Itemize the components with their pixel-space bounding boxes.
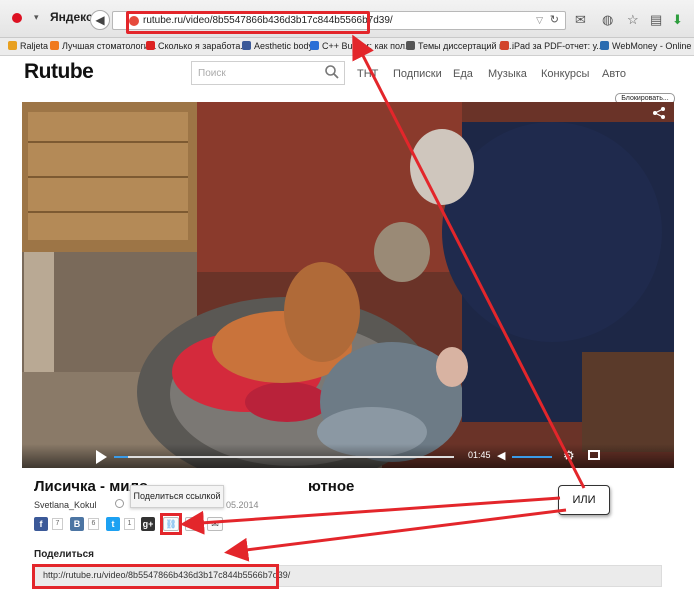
nav-item-food[interactable]: Еда bbox=[453, 68, 473, 80]
bookmark-icon bbox=[146, 41, 155, 50]
bookmark-item[interactable]: Лучшая стоматологи... bbox=[50, 41, 156, 51]
search-icon[interactable] bbox=[324, 64, 340, 80]
share-icon[interactable] bbox=[652, 106, 666, 120]
or-callout: ИЛИ bbox=[558, 485, 610, 515]
publish-date: 05.2014 bbox=[226, 500, 259, 510]
twitter-count: 1 bbox=[124, 518, 135, 530]
bookmark-label: WebMoney - Online P... bbox=[612, 41, 694, 51]
back-button[interactable]: ◀ bbox=[90, 10, 110, 30]
arrow-to-share-field bbox=[224, 508, 567, 562]
twitter-icon[interactable]: t bbox=[106, 517, 120, 531]
bookmark-item[interactable]: Сколько я заработа... bbox=[146, 41, 248, 51]
browser-brand: Яндекс bbox=[50, 10, 93, 24]
volume-icon[interactable]: ◀ bbox=[497, 449, 505, 462]
clipboard-icon[interactable]: ▤ bbox=[650, 12, 662, 28]
yandex-logo-icon[interactable] bbox=[12, 13, 22, 23]
site-header: Rutube ТНТ Подписки Еда Музыка Конкурсы … bbox=[20, 58, 674, 92]
video-frame bbox=[22, 102, 674, 468]
filter-icon[interactable]: ▽ bbox=[536, 15, 543, 26]
bookmark-icon bbox=[50, 41, 59, 50]
fullscreen-icon[interactable] bbox=[588, 450, 600, 460]
bookmark-item[interactable]: Aesthetic body bbox=[242, 41, 313, 51]
star-icon[interactable]: ☆ bbox=[627, 12, 639, 28]
chevron-down-icon[interactable]: ▾ bbox=[34, 12, 39, 23]
site-logo[interactable]: Rutube bbox=[24, 60, 94, 84]
bookmarks-bar: Raljeta Лучшая стоматологи... Сколько я … bbox=[0, 38, 694, 56]
bookmark-label: Сколько я заработа... bbox=[158, 41, 248, 51]
bookmark-label: Aesthetic body bbox=[254, 41, 314, 51]
reload-icon[interactable]: ↻ bbox=[550, 13, 559, 26]
share-link-highlight bbox=[32, 564, 279, 589]
nav-item-auto[interactable]: Авто bbox=[602, 68, 626, 80]
player-controls: 01:45 ◀ ⚙ bbox=[22, 444, 674, 468]
bookmark-label: C++ Builder: как пол... bbox=[322, 41, 413, 51]
bookmark-icon bbox=[500, 41, 509, 50]
bookmark-item[interactable]: Raljeta bbox=[8, 41, 48, 51]
video-player[interactable]: 01:45 ◀ ⚙ bbox=[22, 102, 674, 468]
clock-icon bbox=[115, 499, 124, 508]
email-icon[interactable]: ✉ bbox=[207, 517, 223, 531]
download-icon[interactable]: ⬇ bbox=[672, 12, 683, 28]
play-icon[interactable] bbox=[96, 450, 107, 464]
bookmark-icon bbox=[8, 41, 17, 50]
bookmark-label: Raljeta bbox=[20, 41, 49, 51]
nav-item-subscriptions[interactable]: Подписки bbox=[393, 68, 442, 80]
bookmark-icon bbox=[600, 41, 609, 50]
nav-item-music[interactable]: Музыка bbox=[488, 68, 527, 80]
google-plus-icon[interactable]: g+ bbox=[141, 517, 155, 531]
bookmark-item[interactable]: Темы диссертаций и ... bbox=[406, 41, 514, 51]
vk-icon[interactable]: B bbox=[70, 517, 84, 531]
progress-fill bbox=[114, 456, 128, 458]
url-highlight-box bbox=[126, 11, 370, 34]
search-box bbox=[191, 61, 345, 85]
bookmark-item[interactable]: iPad за PDF-отчет: у... bbox=[500, 41, 604, 51]
share-section-title: Поделиться bbox=[34, 549, 95, 560]
author-link[interactable]: Svetlana_Kokul bbox=[34, 500, 97, 510]
bookmark-item[interactable]: WebMoney - Online P... bbox=[600, 41, 694, 51]
bookmark-label: Лучшая стоматологи... bbox=[62, 41, 157, 51]
progress-bar[interactable] bbox=[114, 456, 454, 458]
bookmark-icon bbox=[242, 41, 251, 50]
search-input[interactable] bbox=[198, 63, 318, 83]
embed-icon[interactable]: ‹/› bbox=[185, 517, 201, 531]
author-name: Svetlana_Kokul bbox=[34, 500, 97, 510]
bookmark-icon bbox=[406, 41, 415, 50]
nav-item-tnt[interactable]: ТНТ bbox=[357, 68, 378, 80]
bookmark-item[interactable]: C++ Builder: как пол... bbox=[310, 41, 413, 51]
facebook-icon[interactable]: f bbox=[34, 517, 48, 531]
volume-slider[interactable] bbox=[512, 456, 552, 458]
video-title-tail: ютное bbox=[308, 478, 355, 495]
gear-icon[interactable]: ⚙ bbox=[563, 448, 575, 464]
nav-item-contests[interactable]: Конкурсы bbox=[541, 68, 589, 80]
share-link-tooltip: Поделиться ссылкой bbox=[130, 485, 224, 508]
time-display: 01:45 bbox=[468, 450, 491, 460]
globe-icon[interactable]: ◍ bbox=[602, 12, 613, 28]
bookmark-label: iPad за PDF-отчет: у... bbox=[512, 41, 604, 51]
vk-count: 6 bbox=[88, 518, 99, 530]
mail-icon[interactable]: ✉ bbox=[575, 12, 586, 28]
bookmark-icon bbox=[310, 41, 319, 50]
facebook-count: 7 bbox=[52, 518, 63, 530]
link-button-highlight bbox=[160, 513, 182, 535]
